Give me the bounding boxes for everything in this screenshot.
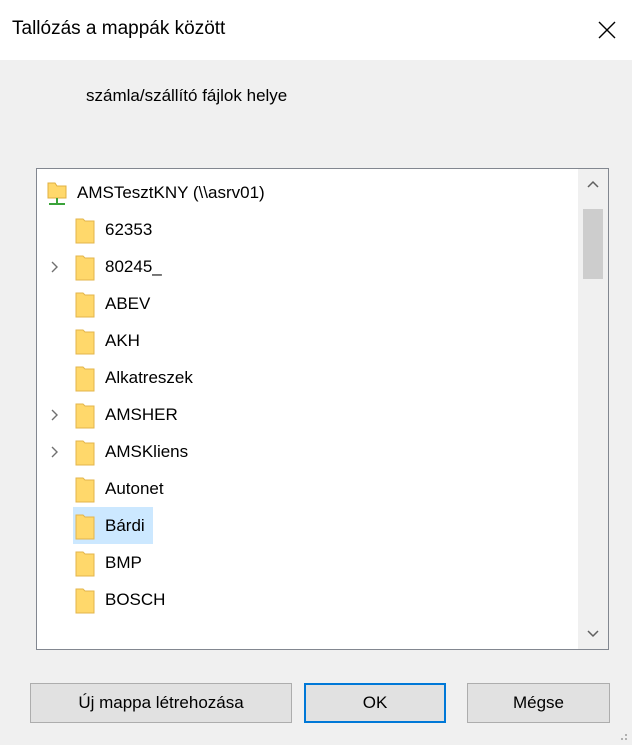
folder-icon [75, 588, 95, 613]
tree-item-label: Autonet [105, 478, 164, 498]
folder-icon [75, 329, 95, 354]
folder-icon [75, 551, 95, 576]
tree-item-label: ABEV [105, 293, 151, 313]
expand-button[interactable] [47, 396, 63, 433]
chevron-right-icon [51, 409, 58, 420]
resize-grip-icon[interactable] [616, 729, 628, 741]
folder-icon [75, 403, 95, 428]
tree-folder-item[interactable]: Autonet [37, 470, 577, 507]
tree-item-label: Bárdi [105, 515, 145, 535]
cancel-button[interactable]: Mégse [467, 683, 610, 723]
tree-item-label: AKH [105, 330, 140, 350]
tree-item-content: Alkatreszek [73, 359, 201, 396]
scroll-down-button[interactable] [578, 619, 608, 649]
tree-item-label: BOSCH [105, 589, 166, 609]
tree-folder-item[interactable]: AMSKliens [37, 433, 577, 470]
tree-folder-item[interactable]: 80245_ [37, 248, 577, 285]
dialog-prompt: számla/szállító fájlok helye [86, 86, 288, 105]
tree-item-label: Alkatreszek [105, 367, 193, 387]
scroll-up-button[interactable] [578, 169, 608, 199]
tree-item-label: AMSHER [105, 404, 178, 424]
tree-folder-item[interactable]: BMP [37, 544, 577, 581]
scrollbar-thumb[interactable] [583, 209, 603, 279]
tree-item-label: 62353 [105, 219, 153, 239]
folder-tree[interactable]: AMSTesztKNY (\\asrv01) 62353 80245_ ABEV AK… [36, 168, 609, 650]
network-drive-icon [47, 182, 67, 205]
dialog-title: Tallózás a mappák között [12, 18, 226, 39]
tree-folder-item[interactable]: BOSCH [37, 581, 577, 618]
tree-folder-item[interactable]: AKH [37, 322, 577, 359]
tree-root-content: AMSTesztKNY (\\asrv01) [45, 174, 273, 211]
chevron-up-icon [587, 180, 599, 188]
expand-button[interactable] [47, 433, 63, 470]
tree-item-selected: Bárdi [73, 507, 153, 544]
expand-button[interactable] [47, 248, 63, 285]
tree-item-label: BMP [105, 552, 142, 572]
tree-root-item[interactable]: AMSTesztKNY (\\asrv01) [37, 174, 577, 211]
tree-folder-item[interactable]: ABEV [37, 285, 577, 322]
tree-item-content: AKH [73, 322, 148, 359]
folder-icon [75, 440, 95, 465]
tree-item-content: ABEV [73, 285, 158, 322]
tree-item-content: 62353 [73, 211, 160, 248]
vertical-scrollbar[interactable] [578, 169, 608, 649]
ok-button[interactable]: OK [304, 683, 446, 723]
tree-folder-item[interactable]: AMSHER [37, 396, 577, 433]
tree-item-label: AMSKliens [105, 441, 189, 461]
tree-folder-item[interactable]: Bárdi [37, 507, 577, 544]
tree-folder-item[interactable]: 62353 [37, 211, 577, 248]
tree-item-content: BMP [73, 544, 150, 581]
tree-item-content: Autonet [73, 470, 172, 507]
close-button[interactable] [582, 0, 632, 60]
tree-item-label: 80245_ [105, 256, 162, 276]
tree-item-content: BOSCH [73, 581, 173, 618]
tree-item-content: 80245_ [73, 248, 170, 285]
close-icon [598, 21, 616, 39]
chevron-right-icon [51, 261, 58, 272]
folder-icon [75, 292, 95, 317]
title-bar: Tallózás a mappák között [0, 0, 632, 60]
folder-icon [75, 255, 95, 280]
tree-root-label: AMSTesztKNY (\\asrv01) [77, 182, 265, 202]
folder-icon [75, 514, 95, 539]
folder-icon [75, 477, 95, 502]
folder-icon [75, 366, 95, 391]
browse-folder-dialog: Tallózás a mappák között számla/szállító… [0, 0, 632, 745]
tree-item-content: AMSKliens [73, 433, 196, 470]
chevron-right-icon [51, 446, 58, 457]
tree-folder-item[interactable]: Alkatreszek [37, 359, 577, 396]
tree-item-content: AMSHER [73, 396, 186, 433]
folder-icon [75, 218, 95, 243]
chevron-down-icon [587, 630, 599, 638]
new-folder-button[interactable]: Új mappa létrehozása [30, 683, 292, 723]
